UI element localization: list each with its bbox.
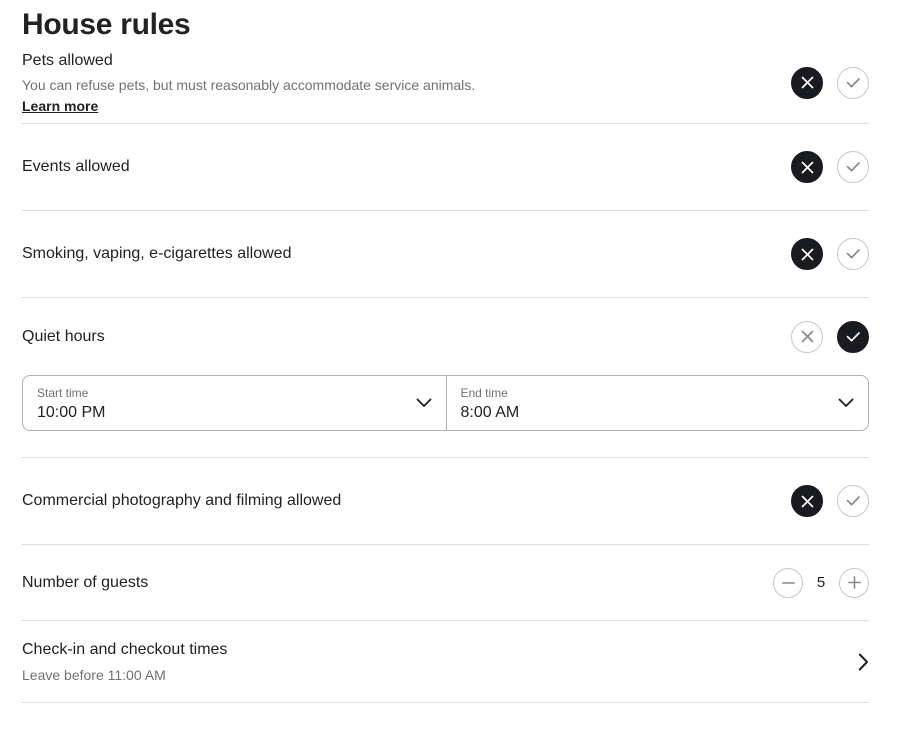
- accept-button-smoking-allowed[interactable]: [837, 238, 869, 270]
- rule-text: Number of guests: [22, 572, 148, 594]
- reject-button-smoking-allowed[interactable]: [791, 238, 823, 270]
- accept-button-pets-allowed[interactable]: [837, 66, 869, 99]
- toggle-group-events-allowed: [791, 151, 869, 183]
- rule-label: Pets allowed: [22, 51, 113, 69]
- minus-icon: [781, 581, 795, 584]
- check-icon: [846, 162, 860, 172]
- check-icon: [846, 77, 860, 87]
- rule-label: Number of guests: [22, 573, 149, 591]
- x-icon: [801, 161, 813, 173]
- check-icon: [846, 331, 860, 341]
- toggle-group-commercial-photography: [791, 485, 869, 517]
- reject-button-commercial-photography[interactable]: [791, 485, 823, 517]
- rule-label: Smoking, vaping, e-cigarettes allowed: [22, 245, 292, 262]
- start-time-select[interactable]: Start time 10:00 PM: [22, 375, 446, 431]
- rule-text: Quiet hours: [22, 326, 105, 348]
- page-title: House rules: [22, 8, 191, 41]
- rule-row-events-allowed: Events allowed: [22, 124, 869, 210]
- rule-row-checkin-checkout[interactable]: Check-in and checkout times Leave before…: [22, 621, 869, 702]
- increase-guests-button[interactable]: [839, 567, 869, 598]
- quiet-hours-time-fields: Start time 10:00 PM End time 8:00 AM: [22, 375, 869, 431]
- rule-row-smoking-allowed: Smoking, vaping, e-cigarettes allowed: [22, 211, 869, 297]
- reject-button-events-allowed[interactable]: [791, 151, 823, 183]
- reject-button-quiet-hours[interactable]: [791, 320, 823, 353]
- learn-more-link[interactable]: Learn more: [22, 96, 98, 116]
- house-rules-page: House rules Pets allowed You can refuse …: [0, 0, 898, 730]
- rule-row-number-of-guests: Number of guests 5: [22, 545, 869, 620]
- accept-button-commercial-photography[interactable]: [837, 485, 869, 517]
- x-icon: [801, 330, 813, 343]
- end-time-value: 8:00 AM: [460, 404, 520, 421]
- rule-text: Smoking, vaping, e-cigarettes allowed: [22, 243, 291, 265]
- rule-label: Commercial photography and filming allow…: [22, 492, 342, 509]
- check-icon: [846, 496, 860, 506]
- rule-text: Check-in and checkout times Leave before…: [22, 639, 227, 685]
- check-icon: [846, 249, 860, 259]
- x-icon: [801, 248, 813, 260]
- accept-button-events-allowed[interactable]: [837, 151, 869, 183]
- end-time-select[interactable]: End time 8:00 AM: [445, 375, 869, 431]
- checkin-sub: Leave before 11:00 AM: [22, 666, 166, 683]
- start-time-value: 10:00 PM: [37, 404, 106, 421]
- decrease-guests-button[interactable]: [773, 567, 803, 598]
- plus-icon: [847, 576, 861, 589]
- chevron-right-icon[interactable]: [858, 653, 869, 671]
- rule-text: Pets allowed You can refuse pets, but mu…: [22, 50, 475, 116]
- rule-row-commercial-photography: Commercial photography and filming allow…: [22, 458, 869, 544]
- start-time-label: Start time: [37, 386, 89, 400]
- rule-description: You can refuse pets, but must reasonably…: [22, 76, 476, 93]
- end-time-label: End time: [460, 386, 508, 400]
- rule-label: Events allowed: [22, 158, 130, 175]
- toggle-group-pets-allowed: [791, 66, 869, 99]
- x-icon: [801, 495, 813, 507]
- chevron-down-icon: [416, 398, 431, 407]
- toggle-group-smoking-allowed: [791, 238, 869, 270]
- rule-label: Quiet hours: [22, 327, 105, 345]
- x-icon: [801, 76, 813, 89]
- rule-row-pets-allowed: Pets allowed You can refuse pets, but mu…: [22, 42, 869, 123]
- guests-count-value: 5: [816, 574, 826, 591]
- checkin-label: Check-in and checkout times: [22, 640, 228, 658]
- chevron-down-icon: [838, 398, 854, 407]
- rule-row-quiet-hours: Quiet hours: [22, 298, 869, 375]
- reject-button-pets-allowed[interactable]: [791, 66, 823, 99]
- accept-button-quiet-hours[interactable]: [837, 320, 869, 353]
- quiet-hours-block: Quiet hours Start time 10:00 PM End time…: [22, 298, 869, 431]
- divider: [22, 702, 869, 703]
- rule-text: Commercial photography and filming allow…: [22, 490, 341, 512]
- guests-stepper: 5: [773, 567, 869, 598]
- toggle-group-quiet-hours: [791, 320, 869, 353]
- rule-text: Events allowed: [22, 156, 130, 178]
